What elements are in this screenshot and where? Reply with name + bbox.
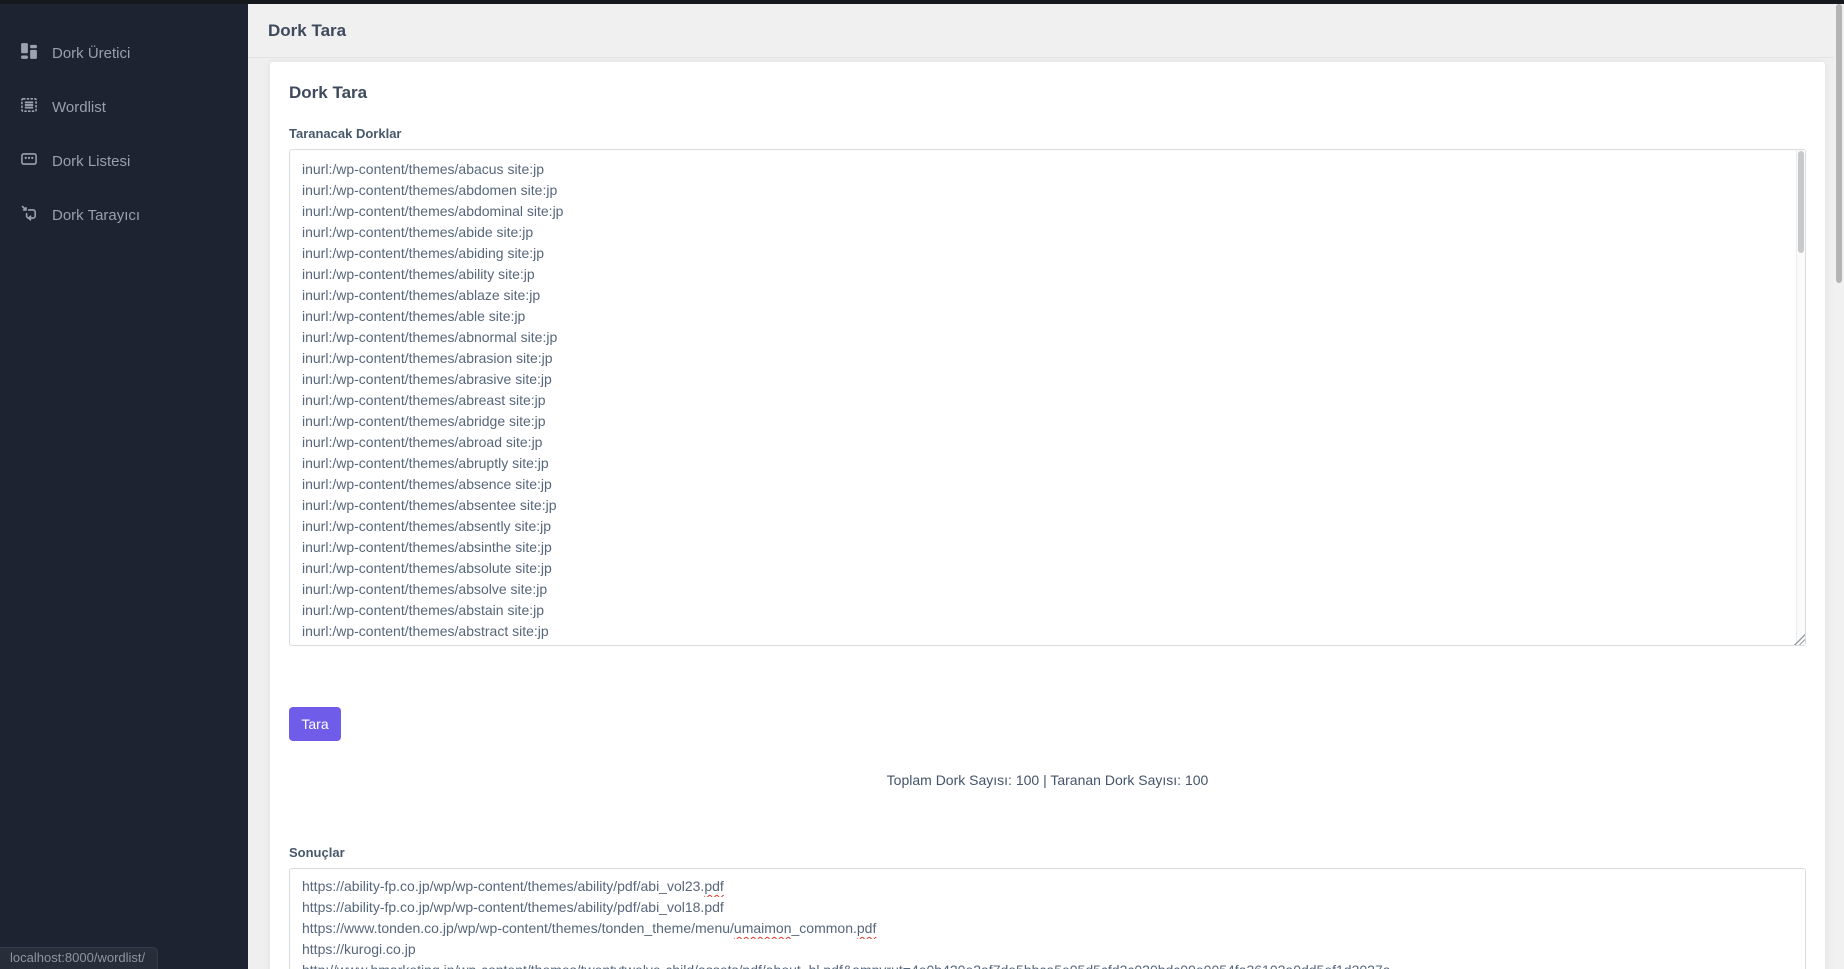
dork-line: inurl:/wp-content/themes/absinthe site:j… — [302, 539, 552, 555]
sidebar-nav: Dork Üretici Wordlist Dork Listesi Dork … — [0, 0, 248, 242]
sidebar-item-dork-listesi[interactable]: Dork Listesi — [0, 134, 248, 188]
list-box-icon — [20, 150, 38, 172]
content-area: Dork Tara Dork Tara Taranacak Dorklar in… — [248, 4, 1834, 969]
dork-line: inurl:/wp-content/themes/abroad site:jp — [302, 434, 543, 450]
wordlist-icon — [20, 96, 38, 118]
dork-line: inurl:/wp-content/themes/ablaze site:jp — [302, 287, 541, 303]
card-title: Dork Tara — [289, 83, 368, 102]
status-url-tooltip: localhost:8000/wordlist/ — [0, 947, 159, 969]
page-scrollbar[interactable] — [1834, 0, 1844, 969]
textarea-resize-grip[interactable] — [1794, 634, 1805, 645]
dork-line: inurl:/wp-content/themes/absolve site:jp — [302, 581, 548, 597]
sidebar-item-dork-uretici[interactable]: Dork Üretici — [0, 26, 248, 80]
main-region: Dork Tara Taranacak Dorklar inurl:/wp-co… — [248, 58, 1834, 969]
dork-line: inurl:/wp-content/themes/abiding site:jp — [302, 245, 545, 261]
dorks-field-label: Taranacak Dorklar — [289, 126, 402, 141]
scan-button[interactable]: Tara — [289, 707, 341, 741]
sidebar-item-label: Dork Tarayıcı — [52, 206, 141, 224]
dork-line: inurl:/wp-content/themes/abstain site:jp — [302, 602, 545, 618]
dork-line: inurl:/wp-content/themes/abdominal site:… — [302, 203, 564, 219]
dork-line: inurl:/wp-content/themes/abstract site:j… — [302, 623, 549, 639]
sidebar-item-wordlist[interactable]: Wordlist — [0, 80, 248, 134]
sidebar-item-dork-tarayici[interactable]: Dork Tarayıcı — [0, 188, 248, 242]
results-field-label: Sonuçlar — [289, 845, 345, 860]
dork-line: inurl:/wp-content/themes/abrasion site:j… — [302, 350, 553, 366]
dork-line: inurl:/wp-content/themes/abrasive site:j… — [302, 371, 552, 387]
dork-line: inurl:/wp-content/themes/abide site:jp — [302, 224, 534, 240]
results-text-content: https://ability-fp.co.jp/wp/wp-content/t… — [290, 869, 1805, 969]
dork-line: inurl:/wp-content/themes/absentee site:j… — [302, 497, 557, 513]
results-textarea[interactable]: https://ability-fp.co.jp/wp/wp-content/t… — [289, 868, 1806, 969]
dork-line: inurl:/wp-content/themes/abreast site:jp — [302, 392, 546, 408]
dork-tara-card: Dork Tara Taranacak Dorklar inurl:/wp-co… — [270, 62, 1825, 969]
page-title: Dork Tara — [268, 20, 347, 40]
dorks-textarea[interactable]: inurl:/wp-content/themes/abacus site:jp i… — [289, 149, 1806, 646]
dork-line: inurl:/wp-content/themes/absently site:j… — [302, 518, 552, 534]
dork-line: inurl:/wp-content/themes/absurd site:jp — [302, 642, 1785, 645]
dork-line: inurl:/wp-content/themes/absence site:jp — [302, 476, 552, 492]
scan-status-text: Toplam Dork Sayısı: 100 | Taranan Dork S… — [886, 772, 1209, 788]
scan-icon — [20, 204, 38, 226]
grid-icon — [20, 42, 38, 64]
dork-line: inurl:/wp-content/themes/abridge site:jp — [302, 413, 546, 429]
dork-line: inurl:/wp-content/themes/absolute site:j… — [302, 560, 552, 576]
dork-line: inurl:/wp-content/themes/able site:jp — [302, 308, 526, 324]
sidebar-item-label: Dork Listesi — [52, 152, 131, 170]
result-line: http://www.hmarketing.in/wp-content/them… — [302, 960, 1785, 969]
dork-line: inurl:/wp-content/themes/abdomen site:jp — [302, 182, 558, 198]
window-top-edge — [0, 0, 1844, 4]
dork-line: inurl:/wp-content/themes/abacus site:jp — [302, 161, 545, 177]
sidebar: Dork Üretici Wordlist Dork Listesi Dork … — [0, 0, 248, 969]
result-line: https://kurogi.co.jp — [302, 941, 416, 957]
sidebar-item-label: Wordlist — [52, 98, 106, 116]
dork-line: inurl:/wp-content/themes/abruptly site:j… — [302, 455, 549, 471]
sidebar-item-label: Dork Üretici — [52, 44, 131, 62]
app-page: Dork Üretici Wordlist Dork Listesi Dork … — [0, 0, 1844, 969]
result-line: https://ability-fp.co.jp/wp/wp-content/t… — [302, 899, 724, 915]
dorks-textarea-scrollbar-thumb[interactable] — [1798, 151, 1804, 253]
result-line: https://www.tonden.co.jp/wp/wp-content/t… — [302, 920, 877, 936]
page-header: Dork Tara — [248, 4, 1834, 58]
result-line: https://ability-fp.co.jp/wp/wp-content/t… — [302, 878, 724, 894]
dork-line: inurl:/wp-content/themes/abnormal site:j… — [302, 329, 558, 345]
page-scrollbar-thumb[interactable] — [1836, 4, 1842, 283]
dorks-textarea-scrollbar[interactable] — [1796, 150, 1805, 645]
dorks-text-content: inurl:/wp-content/themes/abacus site:jp i… — [290, 150, 1805, 645]
dork-line: inurl:/wp-content/themes/ability site:jp — [302, 266, 535, 282]
